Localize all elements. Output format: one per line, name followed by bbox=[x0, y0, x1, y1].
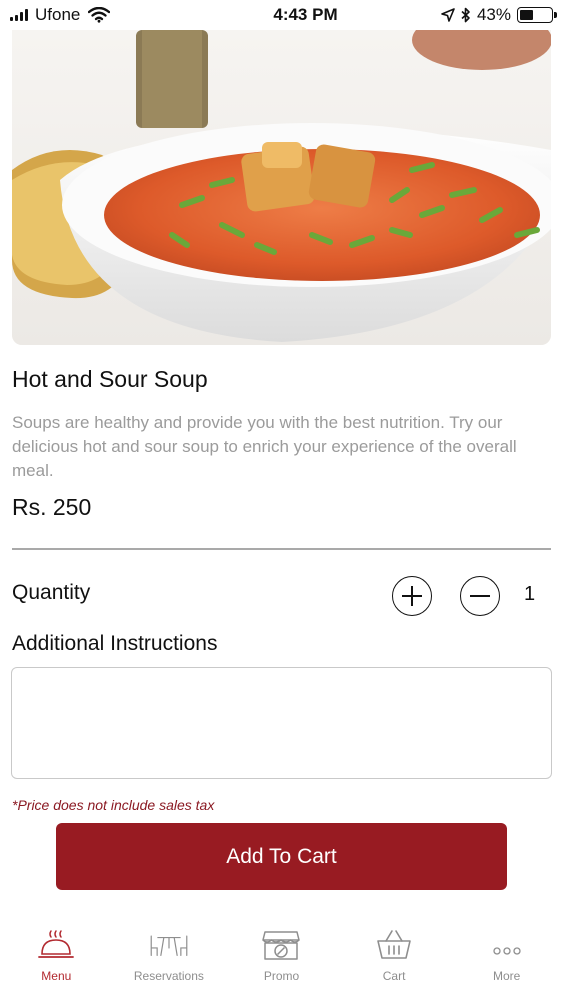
add-to-cart-button[interactable]: Add To Cart bbox=[56, 823, 507, 890]
divider bbox=[12, 548, 551, 550]
tax-note: *Price does not include sales tax bbox=[12, 797, 215, 813]
tab-label: Cart bbox=[382, 969, 406, 983]
tab-cart[interactable]: Cart bbox=[338, 928, 451, 1000]
tab-label: Promo bbox=[263, 969, 300, 983]
battery-icon bbox=[517, 7, 557, 23]
quantity-label: Quantity bbox=[12, 581, 91, 604]
tab-label: Reservations bbox=[133, 969, 204, 983]
status-right: 43% bbox=[441, 5, 557, 25]
cloche-icon bbox=[36, 928, 76, 962]
product-price: Rs. 250 bbox=[12, 494, 92, 520]
more-dots-icon bbox=[487, 928, 527, 962]
table-chairs-icon bbox=[149, 928, 189, 962]
battery-fill bbox=[520, 10, 533, 20]
promo-store-icon bbox=[261, 928, 301, 962]
bluetooth-icon bbox=[461, 7, 470, 23]
tab-label: Menu bbox=[41, 969, 72, 983]
product-description: Soups are healthy and provide you with t… bbox=[12, 413, 517, 480]
battery-percent: 43% bbox=[476, 5, 511, 24]
tab-reservations[interactable]: Reservations bbox=[113, 928, 226, 1000]
quantity-value: 1 bbox=[524, 583, 536, 605]
product-name: Hot and Sour Soup bbox=[12, 366, 208, 392]
location-arrow-icon bbox=[441, 8, 455, 22]
status-time: 4:43 PM bbox=[273, 5, 338, 24]
decrease-quantity-button[interactable] bbox=[460, 576, 500, 616]
tab-promo[interactable]: Promo bbox=[225, 928, 338, 1000]
carrier-name: Ufone bbox=[35, 5, 81, 24]
tab-label: More bbox=[493, 969, 521, 983]
signal-icon bbox=[10, 9, 28, 21]
additional-instructions-label: Additional Instructions bbox=[12, 632, 218, 655]
tab-bar: Menu Reservations Promo Cart More bbox=[0, 928, 563, 1000]
additional-instructions-input[interactable] bbox=[11, 667, 552, 779]
soup-bowl-illustration bbox=[12, 30, 551, 345]
wifi-icon bbox=[88, 7, 111, 23]
increase-quantity-button[interactable] bbox=[392, 576, 432, 616]
tab-more[interactable]: More bbox=[450, 928, 563, 1000]
tab-menu[interactable]: Menu bbox=[0, 928, 113, 1000]
product-image bbox=[12, 30, 551, 345]
basket-icon bbox=[374, 928, 414, 962]
status-bar: Ufone 4:43 PM 43% bbox=[0, 0, 563, 30]
